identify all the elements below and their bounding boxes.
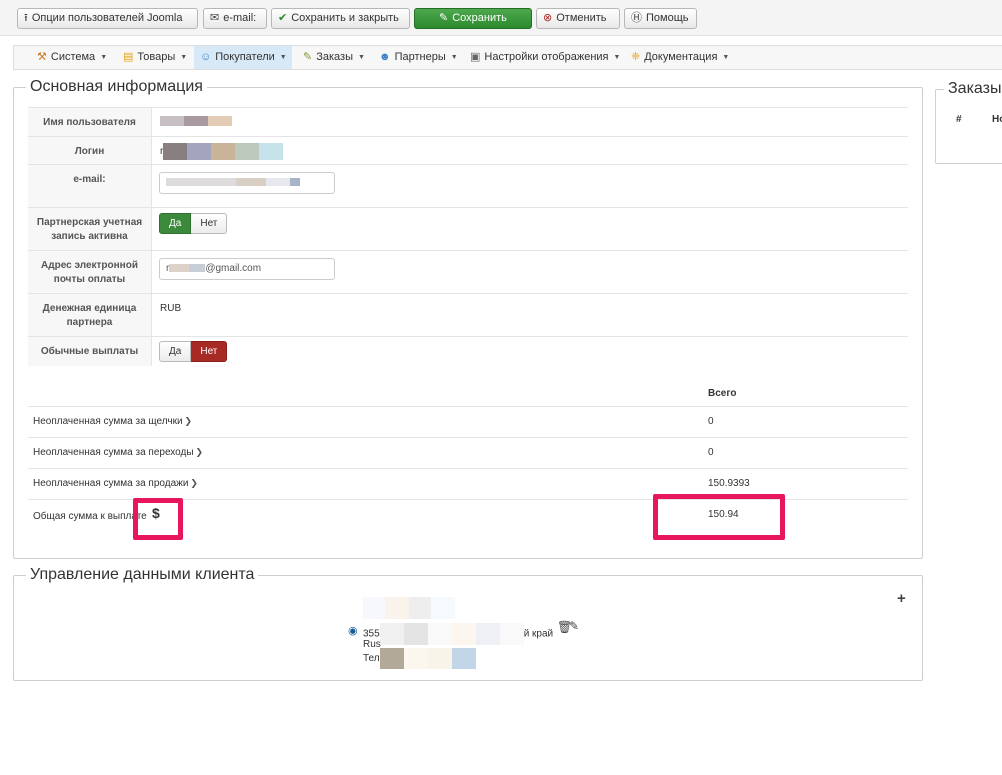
menu-item-documentation[interactable]: ❈ Документация ▼ <box>625 46 735 69</box>
plus-icon[interactable]: + <box>897 590 906 607</box>
regular-payouts-no[interactable]: Нет <box>191 341 228 362</box>
menu-item-system[interactable]: ⚒ Система ▼ <box>31 46 113 69</box>
cancel-circle-icon: ⊗ <box>543 12 553 24</box>
table-row: Неоплаченная сумма за переходы ❯ 0 <box>28 437 908 468</box>
unpaid-referrals-label: Неоплаченная сумма за переходы ❯ <box>33 447 204 458</box>
regular-payouts-yes[interactable]: Да <box>159 341 192 362</box>
save-button[interactable]: ✎ Сохранить <box>414 8 532 29</box>
phone-line: Тел <box>363 648 476 669</box>
caret-down-icon: ▼ <box>279 54 287 61</box>
users-icon: ☺ <box>200 51 212 63</box>
menu-item-partners[interactable]: ☻ Партнеры ▼ <box>373 46 464 69</box>
orders-col-2: Но <box>992 114 1002 125</box>
currency-label: Денежная единица партнера <box>28 294 152 336</box>
username-value <box>160 116 232 127</box>
orders-legend: Заказы <box>948 80 1002 97</box>
payment-email-input[interactable]: r @gmail.com <box>159 258 335 280</box>
total-payout-label: Общая сумма к выплате <box>33 511 147 522</box>
orders-col-num: # <box>956 114 962 125</box>
caret-down-icon: ▼ <box>357 54 365 61</box>
affiliate-active-row: Партнерская учетная запись активна Да Не… <box>28 207 908 250</box>
address-radio[interactable]: ◉ <box>348 624 358 637</box>
unpaid-clicks-value: 0 <box>708 416 714 427</box>
affiliate-active-no[interactable]: Нет <box>191 213 228 234</box>
menu-item-orders[interactable]: ✎ Заказы ▼ <box>297 46 371 69</box>
username-label: Имя пользователя <box>28 108 152 136</box>
payment-email-label: Адрес электронной почты оплаты <box>28 251 152 293</box>
login-value: r <box>160 143 284 160</box>
regular-payouts-label: Обычные выплаты <box>28 337 152 366</box>
caret-down-icon: ▼ <box>180 54 188 61</box>
orders-icon: ✎ <box>303 51 313 63</box>
caret-down-icon: ▼ <box>100 54 108 61</box>
totals-header: Всего <box>708 388 737 399</box>
edit-icon: ✎ <box>439 12 449 24</box>
pencil-icon[interactable]: ✎ <box>569 619 579 633</box>
save-and-close-button[interactable]: ✔ Сохранить и закрыть <box>271 8 410 29</box>
chevron-right-icon: ❯ <box>184 416 193 426</box>
highlight-dollar <box>133 498 183 540</box>
highlight-total <box>653 494 785 540</box>
basic-info-legend: Основная информация <box>30 78 203 95</box>
menu-item-display-settings[interactable]: ▣ Настройки отображения ▼ <box>464 46 626 69</box>
box-icon: ▤ <box>123 51 134 63</box>
address-title <box>363 597 455 619</box>
affiliate-active-yes[interactable]: Да <box>159 213 192 234</box>
currency-row: Денежная единица партнера RUB <box>28 293 908 336</box>
chevron-right-icon: ❯ <box>195 447 204 457</box>
affiliate-active-label: Партнерская учетная запись активна <box>28 208 152 250</box>
docs-icon: ❈ <box>631 51 641 63</box>
email-input[interactable] <box>159 172 335 194</box>
toolbar: ⭱ Опции пользователей Joomla ✉ e-mail: ✔… <box>0 0 1002 36</box>
currency-value: RUB <box>160 303 182 314</box>
upload-icon: ⭱ <box>24 12 28 24</box>
unpaid-referrals-value: 0 <box>708 447 714 458</box>
regular-payouts-row: Обычные выплаты Да Нет <box>28 336 908 366</box>
chevron-right-icon: ❯ <box>190 478 198 488</box>
tools-icon: ⚒ <box>37 51 47 63</box>
email-row: e-mail: <box>28 164 908 207</box>
client-data-legend: Управление данными клиента <box>30 566 255 583</box>
email-button[interactable]: ✉ e-mail: <box>203 8 267 29</box>
partners-icon: ☻ <box>379 51 391 63</box>
caret-down-icon: ▼ <box>613 54 621 61</box>
caret-down-icon: ▼ <box>450 54 458 61</box>
affiliate-active-toggle[interactable]: Да Нет <box>159 213 228 234</box>
menu-item-customers[interactable]: ☺ Покупатели ▼ <box>194 46 292 69</box>
email-label: e-mail: <box>28 165 152 207</box>
totals-header-row: Всего <box>28 384 908 406</box>
payment-email-row: Адрес электронной почты оплаты r @gmail.c… <box>28 250 908 293</box>
unpaid-sales-label: Неоплаченная сумма за продажи ❯ <box>33 478 198 489</box>
window-icon: ▣ <box>470 51 481 63</box>
login-row: Логин r <box>28 136 908 164</box>
joomla-user-options-button[interactable]: ⭱ Опции пользователей Joomla <box>17 8 198 29</box>
caret-down-icon: ▼ <box>722 54 730 61</box>
help-button[interactable]: Ⓗ Помощь <box>624 8 697 29</box>
menu-item-products[interactable]: ▤ Товары ▼ <box>117 46 193 69</box>
table-row: Неоплаченная сумма за щелчки ❯ 0 <box>28 406 908 437</box>
main-menu: ⚒ Система ▼ ▤ Товары ▼ ☺ Покупатели ▼ ✎ Зак… <box>13 45 1002 70</box>
username-row: Имя пользователя <box>28 107 908 136</box>
login-label: Логин <box>28 137 152 164</box>
address-line: 355 й край <box>363 623 553 645</box>
unpaid-clicks-label: Неоплаченная сумма за щелчки ❯ <box>33 416 193 427</box>
cancel-button[interactable]: ⊗ Отменить <box>536 8 620 29</box>
envelope-icon: ✉ <box>210 12 220 24</box>
question-icon: Ⓗ <box>631 12 642 24</box>
unpaid-sales-value: 150.9393 <box>708 478 750 489</box>
checkmark-icon: ✔ <box>278 12 288 24</box>
regular-payouts-toggle[interactable]: Да Нет <box>159 341 228 362</box>
